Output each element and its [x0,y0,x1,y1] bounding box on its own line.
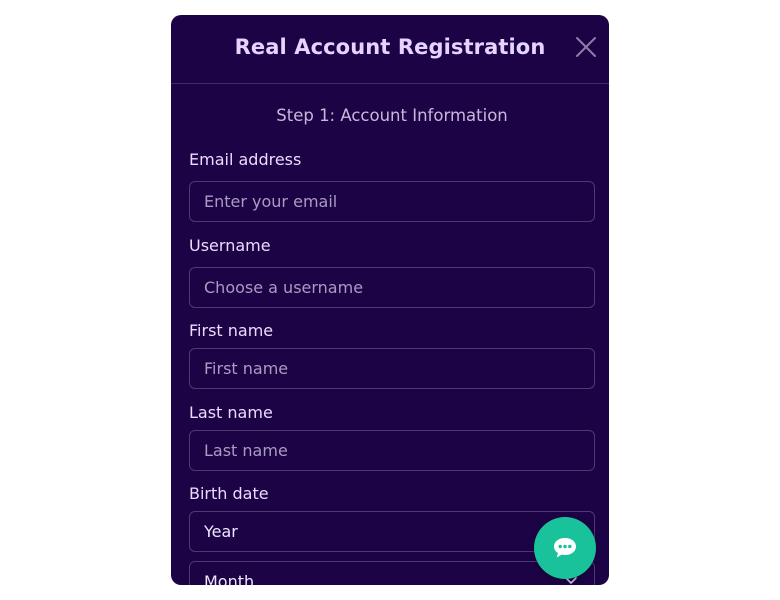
email-field[interactable] [189,181,595,222]
close-icon [576,37,596,57]
chat-bubble-icon [554,538,576,558]
birth-month-value: Month [204,572,255,585]
step-title: Step 1: Account Information [276,106,508,125]
email-label: Email address [189,150,302,169]
first-name-field[interactable] [189,348,595,389]
username-field[interactable] [189,267,595,308]
birth-month-select[interactable]: Month [189,561,595,585]
first-name-label: First name [189,321,274,340]
modal-header: Real Account Registration [171,15,609,84]
last-name-field[interactable] [189,430,595,471]
birth-year-value: Year [204,522,238,541]
birth-date-label: Birth date [189,484,269,503]
registration-modal: Real Account Registration Step 1: Accoun… [171,15,609,585]
modal-title: Real Account Registration [234,35,546,59]
close-button[interactable] [574,35,598,59]
username-label: Username [189,236,271,255]
chat-button[interactable] [534,517,596,579]
last-name-label: Last name [189,403,273,422]
